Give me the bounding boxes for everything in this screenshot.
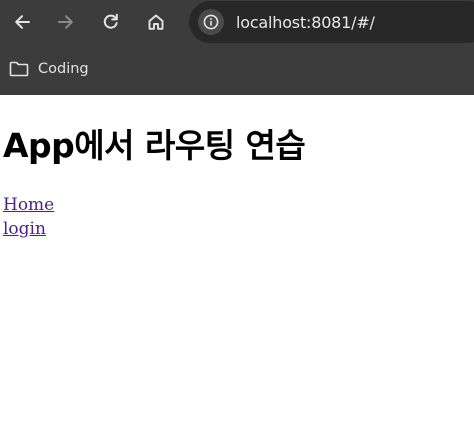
login-link[interactable]: login (3, 217, 46, 241)
address-bar[interactable]: localhost:8081/#/ (189, 1, 474, 43)
arrow-right-icon (58, 15, 73, 29)
home-icon (148, 14, 164, 30)
bookmark-folder-coding[interactable]: Coding (9, 56, 89, 82)
forward-button[interactable] (51, 7, 81, 37)
bookmarks-bar: Coding (0, 44, 474, 95)
arrow-left-icon (15, 15, 30, 29)
reload-icon (103, 13, 118, 29)
folder-icon (9, 61, 29, 77)
home-link[interactable]: Home (3, 193, 54, 217)
browser-toolbar: localhost:8081/#/ (0, 0, 474, 44)
home-button[interactable] (141, 7, 171, 37)
browser-chrome: localhost:8081/#/ Coding (0, 0, 474, 95)
page-content: App에서 라우팅 연습 Home login (0, 124, 474, 241)
page-title: App에서 라우팅 연습 (3, 126, 306, 165)
bookmark-label: Coding (38, 61, 89, 77)
reload-button[interactable] (96, 7, 126, 37)
info-icon (203, 14, 219, 30)
route-links: Home login (3, 193, 471, 241)
site-info-button[interactable] (198, 9, 224, 35)
url-text[interactable]: localhost:8081/#/ (236, 13, 375, 32)
back-button[interactable] (7, 7, 37, 37)
